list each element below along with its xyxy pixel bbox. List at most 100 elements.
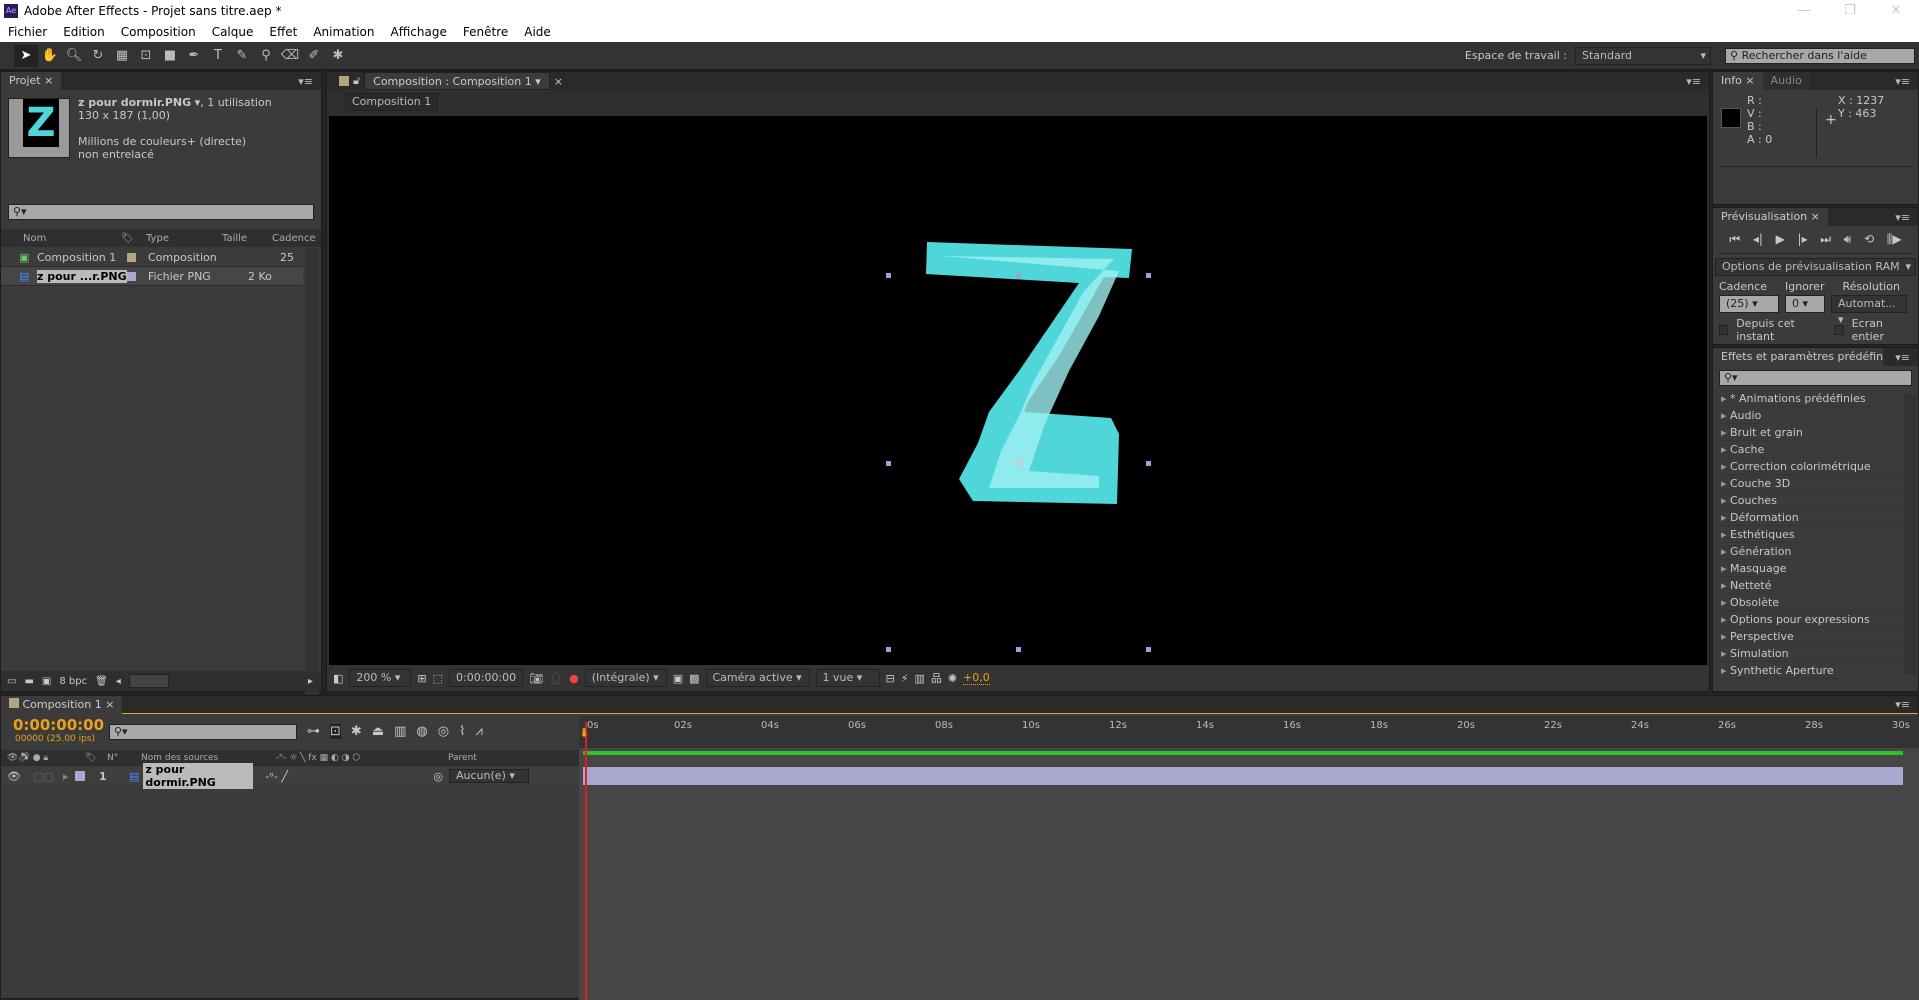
mini-flowchart-icon[interactable]: ⊶ xyxy=(307,724,320,739)
project-item[interactable]: ▣ Composition 1 Composition 25 xyxy=(1,248,303,267)
zoom-tool-icon[interactable]: 🔍︎ xyxy=(62,45,86,67)
project-search-input[interactable]: ⚲▾ xyxy=(8,204,314,220)
panel-menu-icon[interactable]: ▾≡ xyxy=(1895,75,1910,88)
region-of-interest-icon[interactable]: ⊞ xyxy=(417,672,426,685)
frame-blending-icon[interactable]: ⏏ xyxy=(372,724,384,739)
timeline-timecode[interactable]: 0:00:00:00 xyxy=(13,716,104,734)
workspace-select[interactable]: Standard ▾ xyxy=(1575,46,1711,65)
toggle-pixel-aspect-icon[interactable]: ⊟ xyxy=(886,672,895,685)
play-icon[interactable]: ▶ xyxy=(1776,232,1785,247)
col-type[interactable]: Type xyxy=(146,233,222,244)
shy-layers-icon[interactable]: ✱ xyxy=(351,724,362,739)
always-preview-icon[interactable]: ◧ xyxy=(333,672,343,685)
close-button[interactable]: ✕ xyxy=(1873,0,1919,22)
fast-previews-icon[interactable]: ▣ xyxy=(673,672,683,685)
tab-projet[interactable]: Projet × xyxy=(1,72,62,90)
menu-affichage[interactable]: Affichage xyxy=(383,25,455,39)
tab-previsualisation[interactable]: Prévisualisation × xyxy=(1713,208,1828,226)
effect-category[interactable]: * Animations prédéfinies xyxy=(1713,390,1903,407)
playhead[interactable] xyxy=(585,722,587,1000)
effect-category[interactable]: Couche 3D xyxy=(1713,475,1903,492)
eraser-tool-icon[interactable]: ⌫ xyxy=(278,45,302,67)
menu-aide[interactable]: Aide xyxy=(516,25,559,39)
tab-info[interactable]: Info × xyxy=(1713,72,1763,90)
effect-category[interactable]: Netteté xyxy=(1713,577,1903,594)
tab-timeline-composition[interactable]: Composition 1 × xyxy=(1,695,123,714)
effect-category[interactable]: Perspective xyxy=(1713,628,1903,645)
menu-fenetre[interactable]: Fenêtre xyxy=(455,25,516,39)
work-area-bar[interactable] xyxy=(583,751,1903,755)
last-frame-icon[interactable]: ⏭ xyxy=(1820,232,1831,247)
col-source-name[interactable]: Nom des sources xyxy=(141,753,276,763)
effect-category[interactable]: Synthetic Aperture xyxy=(1713,662,1903,679)
auto-keyframe-icon[interactable]: ◎ xyxy=(438,724,449,739)
layer-duration-bar[interactable] xyxy=(583,767,1903,785)
fullscreen-checkbox[interactable] xyxy=(1834,325,1844,335)
selection-tool-icon[interactable]: ➤ xyxy=(14,44,38,67)
project-item[interactable]: ▤ z pour ...r.PNG Fichier PNG 2 Ko xyxy=(1,267,303,286)
tab-effets[interactable]: Effets et paramètres prédéfinis xyxy=(1713,348,1883,366)
effect-category[interactable]: Couches xyxy=(1713,492,1903,509)
col-taille[interactable]: Taille xyxy=(222,233,272,244)
effect-category[interactable]: Simulation xyxy=(1713,645,1903,662)
brainstorm-icon[interactable]: ◍ xyxy=(416,724,427,739)
loop-icon[interactable]: ⟲ xyxy=(1864,232,1874,247)
project-scrollbar[interactable] xyxy=(305,248,319,732)
effects-scrollbar[interactable] xyxy=(1904,394,1916,674)
new-composition-icon[interactable]: ▣ xyxy=(42,676,51,687)
previous-frame-icon[interactable]: ◂| xyxy=(1753,232,1763,247)
effect-category[interactable]: Obsolète xyxy=(1713,594,1903,611)
tab-composition[interactable]: Composition : Composition 1 ▾ xyxy=(364,72,550,90)
camera-select[interactable]: Caméra active ▾ xyxy=(705,669,810,687)
timeline-icon[interactable]: ▥ xyxy=(914,672,924,685)
timeline-search-input[interactable]: ⚲▾ xyxy=(109,724,297,740)
effect-category[interactable]: Génération xyxy=(1713,543,1903,560)
cadence-select[interactable]: (25) ▾ xyxy=(1719,295,1779,313)
lock-icon[interactable]: 🔓︎ xyxy=(353,74,360,88)
bpc-button[interactable]: 8 bpc xyxy=(59,676,87,687)
resolution-select[interactable]: Automat... ▾ xyxy=(1831,295,1907,326)
help-search-input[interactable]: ⚲ Rechercher dans l'aide xyxy=(1725,47,1915,64)
layer-name[interactable]: z pour dormir.PNG xyxy=(143,763,254,789)
scroll-left-icon[interactable]: ◂ xyxy=(116,676,121,687)
trash-icon[interactable]: 🗑︎ xyxy=(95,676,108,687)
effect-category[interactable]: Correction colorimétrique xyxy=(1713,458,1903,475)
menu-effet[interactable]: Effet xyxy=(261,25,305,39)
menu-composition[interactable]: Composition xyxy=(113,25,204,39)
effect-category[interactable]: Cache xyxy=(1713,441,1903,458)
hand-tool-icon[interactable]: ✋ xyxy=(38,45,62,67)
horizontal-scrollbar[interactable] xyxy=(128,674,169,688)
composition-viewer[interactable]: ✥ xyxy=(329,116,1707,666)
maximize-button[interactable]: ❐ xyxy=(1827,0,1873,22)
label-color[interactable] xyxy=(75,771,85,781)
playhead-handle-icon[interactable]: ⬇ xyxy=(579,726,589,740)
rotate-tool-icon[interactable]: ↻ xyxy=(86,45,110,67)
exposure-icon[interactable]: ✺ xyxy=(948,672,957,685)
from-current-checkbox[interactable] xyxy=(1719,325,1729,335)
pickwhip-icon[interactable]: ◎ xyxy=(433,770,443,783)
panel-menu-icon[interactable]: ▾≡ xyxy=(1686,75,1701,88)
minimize-button[interactable]: — xyxy=(1781,0,1827,22)
views-select[interactable]: 1 vue ▾ xyxy=(815,669,880,687)
menu-animation[interactable]: Animation xyxy=(305,25,382,39)
expand-arrow-icon[interactable]: ▸ xyxy=(63,770,75,783)
channels-icon[interactable]: ● xyxy=(569,672,579,685)
flowchart-icon[interactable]: 品 xyxy=(931,670,942,686)
motion-blur-icon[interactable]: ▥ xyxy=(394,724,406,739)
snapshot-icon[interactable]: 📷︎ xyxy=(529,672,543,685)
zoom-select[interactable]: 200 % ▾ xyxy=(349,669,412,687)
exposure-value[interactable]: +0,0 xyxy=(963,671,990,685)
panel-menu-icon[interactable]: ▾≡ xyxy=(298,75,313,88)
effect-category[interactable]: Options pour expressions xyxy=(1713,611,1903,628)
layer-row[interactable]: 👁︎ ▢▢ ▸ 1 ▤ z pour dormir.PNG -ᵒ- ╱ ◎ Au… xyxy=(1,763,579,789)
clone-stamp-tool-icon[interactable]: ⚲ xyxy=(254,45,278,67)
text-tool-icon[interactable]: T xyxy=(206,45,230,67)
rectangle-tool-icon[interactable]: ■ xyxy=(158,45,182,67)
label-color[interactable] xyxy=(127,252,136,262)
camera-tool-icon[interactable]: ▦ xyxy=(110,45,134,67)
first-frame-icon[interactable]: ⏮ xyxy=(1729,232,1740,247)
selected-item-name[interactable]: z pour dormir.PNG xyxy=(78,96,191,109)
transparency-grid-toggle[interactable]: ⬚ xyxy=(433,672,443,685)
solo-lock-toggles[interactable]: ▢▢ xyxy=(33,770,63,783)
effect-category[interactable]: Masquage xyxy=(1713,560,1903,577)
